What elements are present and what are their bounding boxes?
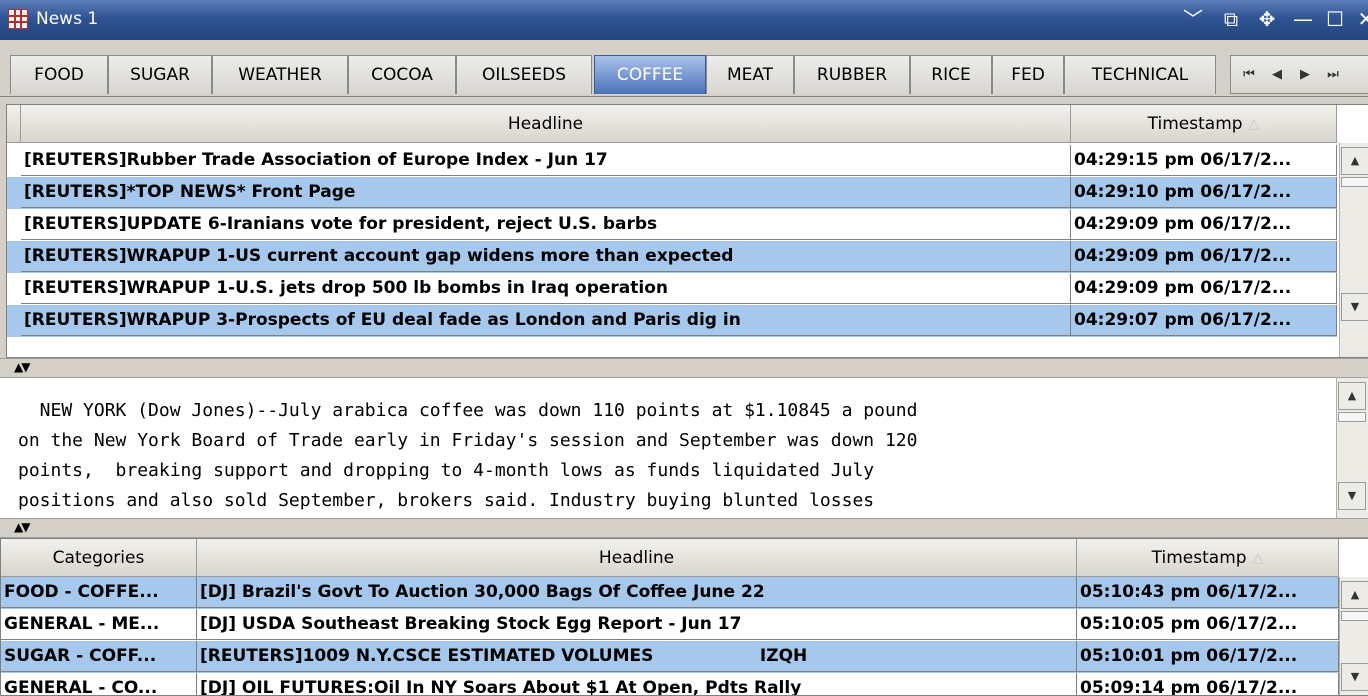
category-cell: GENERAL - ME... — [1, 609, 197, 640]
headline-column-header[interactable]: Headline — [21, 105, 1071, 143]
story-scrollbar[interactable]: ▲ ▼ — [1336, 378, 1368, 518]
scroll-down-icon[interactable]: ▼ — [1338, 482, 1366, 510]
timestamp-cell: 04:29:09 pm 06/17/2... — [1071, 273, 1337, 304]
scroll-down-icon[interactable]: ▼ — [1341, 663, 1368, 691]
timestamp-cell: 05:09:14 pm 06/17/2... — [1077, 673, 1339, 695]
bottom-headline-table: Categories Headline Timestamp △ FOOD - C… — [0, 538, 1368, 696]
table-row[interactable]: [REUTERS]Rubber Trade Association of Eur… — [7, 145, 1337, 177]
table-row[interactable]: [REUTERS]WRAPUP 1-U.S. jets drop 500 lb … — [7, 273, 1337, 305]
timestamp-column-header[interactable]: Timestamp △ — [1077, 539, 1339, 577]
minimize-icon[interactable]: — — [1290, 6, 1316, 32]
app-grid-icon — [8, 9, 28, 29]
tab-fed[interactable]: FED — [992, 55, 1064, 94]
tab-technical[interactable]: TECHNICAL — [1064, 55, 1216, 94]
tab-food[interactable]: FOOD — [10, 55, 108, 94]
move-window-icon[interactable]: ✥ — [1254, 6, 1280, 32]
table-row[interactable]: GENERAL - CO... [DJ] OIL FUTURES:Oil In … — [1, 673, 1339, 695]
category-tab-strip: FOOD SUGAR WEATHER COCOA OILSEEDS COFFEE… — [0, 40, 1368, 97]
splitter-arrows-icon[interactable]: ▲▼ — [14, 520, 31, 534]
headline-cell: [REUTERS]UPDATE 6-Iranians vote for pres… — [21, 209, 1071, 240]
story-line: positions and also sold September, broke… — [18, 490, 875, 511]
last-tab-icon[interactable]: ⏭ — [1321, 56, 1345, 93]
sort-ascending-icon: △ — [1248, 115, 1260, 132]
timestamp-cell: 04:29:07 pm 06/17/2... — [1071, 305, 1337, 336]
timestamp-cell: 04:29:09 pm 06/17/2... — [1071, 209, 1337, 240]
tab-weather[interactable]: WEATHER — [212, 55, 348, 94]
headline-cell: [REUTERS]*TOP NEWS* Front Page — [21, 177, 1071, 208]
detach-window-icon[interactable]: ⧉ — [1218, 6, 1244, 32]
categories-column-header[interactable]: Categories — [1, 539, 197, 577]
table-row[interactable]: [REUTERS]WRAPUP 3-Prospects of EU deal f… — [7, 305, 1337, 337]
timestamp-cell: 05:10:01 pm 06/17/2... — [1077, 641, 1339, 672]
timestamp-cell: 05:10:05 pm 06/17/2... — [1077, 609, 1339, 640]
scroll-thumb[interactable] — [1341, 611, 1368, 621]
pane-splitter[interactable]: ▲▼ — [0, 518, 1368, 538]
headline-cell: [REUTERS]1009 N.Y.CSCE ESTIMATED VOLUMES… — [197, 641, 1077, 672]
collapse-chevron-icon[interactable]: ﹀ — [1180, 6, 1206, 32]
timestamp-cell: 05:10:43 pm 06/17/2... — [1077, 577, 1339, 608]
tab-sugar[interactable]: SUGAR — [108, 55, 212, 94]
tab-coffee[interactable]: COFFEE — [594, 55, 706, 94]
scroll-down-icon[interactable]: ▼ — [1341, 293, 1368, 321]
scroll-up-icon[interactable]: ▲ — [1338, 382, 1366, 410]
timestamp-cell: 04:29:15 pm 06/17/2... — [1071, 145, 1337, 176]
category-cell: GENERAL - CO... — [1, 673, 197, 695]
scroll-up-icon[interactable]: ▲ — [1341, 581, 1368, 609]
tab-meat[interactable]: MEAT — [706, 55, 794, 94]
maximize-icon[interactable]: ☐ — [1322, 6, 1348, 32]
story-line: NEW YORK (Dow Jones)--July arabica coffe… — [18, 400, 918, 421]
tab-rice[interactable]: RICE — [910, 55, 992, 94]
tab-rubber[interactable]: RUBBER — [794, 55, 910, 94]
table-row[interactable]: [REUTERS]WRAPUP 1-US current account gap… — [7, 241, 1337, 273]
table-row[interactable]: [REUTERS]*TOP NEWS* Front Page 04:29:10 … — [7, 177, 1337, 209]
scroll-thumb[interactable] — [1341, 177, 1368, 187]
timestamp-cell: 04:29:09 pm 06/17/2... — [1071, 241, 1337, 272]
timestamp-header-label: Timestamp — [1151, 547, 1247, 568]
headline-cell: [REUTERS]WRAPUP 3-Prospects of EU deal f… — [21, 305, 1071, 336]
headline-cell: [REUTERS]Rubber Trade Association of Eur… — [21, 145, 1071, 176]
sort-ascending-icon: △ — [1252, 549, 1264, 566]
story-line: on the New York Board of Trade early in … — [18, 430, 918, 451]
headline-cell: [REUTERS]WRAPUP 1-U.S. jets drop 500 lb … — [21, 273, 1071, 304]
tab-cocoa[interactable]: COCOA — [348, 55, 456, 94]
table-row[interactable]: FOOD - COFFE... [DJ] Brazil's Govt To Au… — [1, 577, 1339, 609]
headline-cell: [DJ] OIL FUTURES:Oil In NY Soars About $… — [197, 673, 1077, 695]
table-row[interactable]: GENERAL - ME... [DJ] USDA Southeast Brea… — [1, 609, 1339, 641]
category-cell: FOOD - COFFE... — [1, 577, 197, 608]
story-text-pane[interactable]: NEW YORK (Dow Jones)--July arabica coffe… — [0, 378, 1368, 518]
table-row[interactable]: [REUTERS]UPDATE 6-Iranians vote for pres… — [7, 209, 1337, 241]
scroll-thumb[interactable] — [1338, 412, 1366, 422]
table-row[interactable]: SUGAR - COFF... [REUTERS]1009 N.Y.CSCE E… — [1, 641, 1339, 673]
pane-splitter[interactable]: ▲▼ — [0, 358, 1368, 378]
next-tab-icon[interactable]: ▶ — [1293, 56, 1317, 93]
window-title-bar[interactable]: News 1 ﹀ ⧉ ✥ — ☐ ✕ — [0, 0, 1368, 40]
timestamp-column-header[interactable]: Timestamp △ — [1071, 105, 1337, 143]
bottom-table-scrollbar[interactable]: ▲ ▼ — [1339, 577, 1368, 695]
top-table-scrollbar[interactable]: ▲ ▼ — [1339, 143, 1368, 357]
splitter-arrows-icon[interactable]: ▲▼ — [14, 360, 31, 374]
first-tab-icon[interactable]: ⏮ — [1237, 56, 1261, 93]
story-line: points, breaking support and dropping to… — [18, 460, 875, 481]
scroll-up-icon[interactable]: ▲ — [1341, 147, 1368, 175]
tab-oilseeds[interactable]: OILSEEDS — [456, 55, 592, 94]
story-body: NEW YORK (Dow Jones)--July arabica coffe… — [18, 396, 917, 516]
timestamp-cell: 04:29:10 pm 06/17/2... — [1071, 177, 1337, 208]
timestamp-header-label: Timestamp — [1147, 113, 1243, 134]
headline-column-header[interactable]: Headline — [197, 539, 1077, 577]
headline-cell: [DJ] USDA Southeast Breaking Stock Egg R… — [197, 609, 1077, 640]
headline-cell: [REUTERS]WRAPUP 1-US current account gap… — [21, 241, 1071, 272]
prev-tab-icon[interactable]: ◀ — [1265, 56, 1289, 93]
window-title: News 1 — [36, 9, 99, 29]
top-headline-table: Headline Timestamp △ [REUTERS]Rubber Tra… — [6, 104, 1368, 358]
tab-navigation: ⏮ ◀ ▶ ⏭ — [1230, 55, 1368, 94]
row-header-corner — [7, 105, 21, 143]
category-cell: SUGAR - COFF... — [1, 641, 197, 672]
close-icon[interactable]: ✕ — [1356, 6, 1368, 32]
headline-cell: [DJ] Brazil's Govt To Auction 30,000 Bag… — [197, 577, 1077, 608]
